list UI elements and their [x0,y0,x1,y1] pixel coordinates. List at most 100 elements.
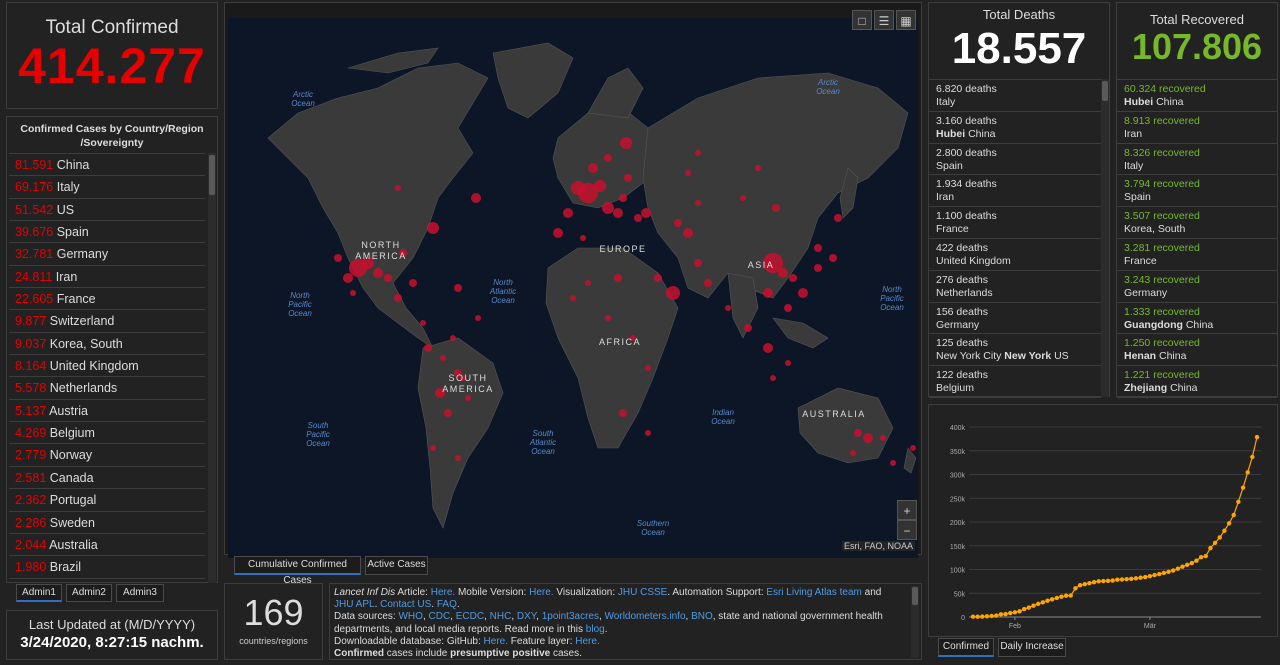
deaths-list-item[interactable]: 422 deaths United Kingdom [929,239,1101,271]
deaths-list[interactable]: 6.820 deaths Italy 3.160 deaths Hubei China… [929,79,1101,398]
world-map[interactable]: Arctic Ocean Arctic Ocean North Pacific Ocea… [228,18,918,558]
case-dot[interactable] [778,268,788,278]
tab-active-cases[interactable]: Active Cases [365,556,428,575]
case-dot[interactable] [645,365,651,371]
tab-confirmed-chart[interactable]: Confirmed [938,638,994,657]
data-point[interactable] [1119,577,1125,582]
data-point[interactable] [1003,611,1008,617]
data-point[interactable] [1198,555,1204,560]
case-dot[interactable] [624,174,632,182]
case-dot[interactable] [563,208,573,218]
case-dot[interactable] [395,185,401,191]
case-dot[interactable] [798,288,808,298]
case-dot[interactable] [394,294,402,302]
data-point[interactable] [980,614,985,619]
link-jhu-csse[interactable]: JHU CSSE [618,587,667,598]
deaths-list-scrollbar[interactable] [1102,81,1108,101]
case-dot[interactable] [619,409,627,417]
data-point[interactable] [1245,470,1250,475]
link-source[interactable]: BNO [691,611,713,622]
recovered-list-item[interactable]: 3.281 recovered France [1117,239,1277,271]
zoom-in-button[interactable]: + [897,500,917,520]
case-dot[interactable] [450,335,456,341]
data-point[interactable] [989,613,994,619]
confirmed-list-item[interactable]: 9.877 Switzerland [9,310,205,333]
recovered-list-item[interactable]: 3.243 recovered Germany [1117,271,1277,303]
recovered-list[interactable]: 60.324 recovered Hubei China 8.913 recover… [1117,79,1277,398]
deaths-list-item[interactable]: 1.100 deaths France [929,207,1101,239]
link-blog[interactable]: blog [586,624,605,635]
data-point[interactable] [1166,569,1171,575]
data-point[interactable] [1110,578,1115,583]
data-point[interactable] [1087,580,1092,586]
recovered-list-item[interactable]: 1.250 recovered Henan China [1117,334,1277,367]
confirmed-list[interactable]: 81.591 China 69.176 Italy 51.542 US 39.676 … [9,153,205,584]
data-point[interactable] [1035,601,1041,607]
recovered-list-item[interactable]: 8.913 recovered Iran [1117,112,1277,144]
tab-admin3[interactable]: Admin3 [116,584,164,602]
case-dot[interactable] [695,150,701,156]
data-point[interactable] [1161,570,1167,576]
link-source[interactable]: NHC [490,611,512,622]
link-faq[interactable]: FAQ [437,599,457,610]
data-point[interactable] [1059,594,1064,599]
recovered-list-item[interactable]: 1.221 recovered Zhejiang China [1117,366,1277,398]
case-dot[interactable] [744,324,752,332]
link-source[interactable]: ECDC [456,611,484,622]
case-dot[interactable] [784,304,792,312]
case-dot[interactable] [683,228,693,238]
data-point[interactable] [1026,605,1032,610]
tab-cumulative-confirmed[interactable]: Cumulative Confirmed Cases [234,556,361,586]
data-point[interactable] [1236,499,1241,504]
case-dot[interactable] [373,268,383,278]
case-dot[interactable] [685,170,691,176]
case-dot[interactable] [763,288,773,298]
case-dot[interactable] [430,445,436,451]
case-dot[interactable] [694,259,702,267]
data-point[interactable] [1133,576,1139,581]
data-point[interactable] [1022,606,1027,612]
data-point[interactable] [1250,454,1255,460]
data-point[interactable] [970,614,976,619]
case-dot[interactable] [740,195,746,201]
case-dot[interactable] [585,280,591,286]
data-point[interactable] [994,613,999,618]
basemap-gallery-icon[interactable]: ▦ [896,10,916,30]
confirmed-list-scrolltrack[interactable] [208,153,216,583]
deaths-list-item[interactable]: 125 deaths New York City New York US [929,334,1101,367]
case-dot[interactable] [850,450,856,456]
data-point[interactable] [1157,571,1162,577]
case-dot[interactable] [863,433,873,443]
deaths-list-scrolltrack[interactable] [1101,79,1109,397]
data-point[interactable] [1240,485,1246,490]
case-dot[interactable] [343,273,353,283]
recovered-list-item[interactable]: 60.324 recovered Hubei China [1117,80,1277,112]
case-dot[interactable] [666,286,680,300]
case-dot[interactable] [834,214,842,222]
data-point[interactable] [1203,553,1208,559]
case-dot[interactable] [444,409,452,417]
case-dot[interactable] [641,208,651,218]
data-point[interactable] [1091,580,1097,585]
case-dot[interactable] [475,315,481,321]
data-point[interactable] [1222,528,1227,533]
confirmed-list-item[interactable]: 5.137 Austria [9,400,205,423]
link-jhu-apl[interactable]: JHU APL [334,599,375,610]
case-dot[interactable] [695,200,701,206]
data-point[interactable] [1194,558,1199,563]
data-point[interactable] [998,612,1004,617]
data-point[interactable] [1105,578,1111,584]
recovered-list-item[interactable]: 8.326 recovered Italy [1117,144,1277,176]
case-dot[interactable] [613,208,623,218]
case-dot[interactable] [770,375,776,381]
case-dot[interactable] [465,395,471,401]
case-dot[interactable] [440,355,446,361]
case-dot[interactable] [594,180,606,192]
data-point[interactable] [1012,610,1018,615]
confirmed-list-item[interactable]: 2.581 Canada [9,467,205,490]
data-point[interactable] [1031,603,1036,608]
data-point[interactable] [1124,577,1129,582]
data-point[interactable] [1017,609,1022,614]
data-point[interactable] [1096,579,1101,584]
case-dot[interactable] [334,254,342,262]
